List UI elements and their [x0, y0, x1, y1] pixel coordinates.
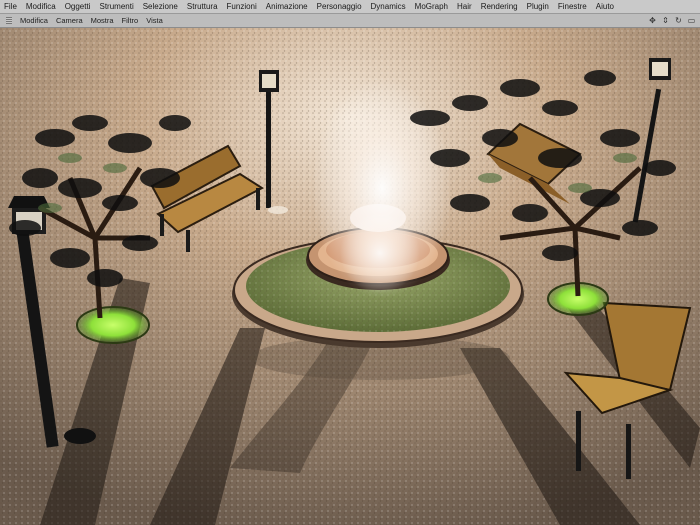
zoom-icon[interactable]: ↻	[674, 14, 683, 27]
rendered-scene	[0, 28, 700, 525]
menu-mograph[interactable]: MoGraph	[411, 0, 453, 13]
scroll-icon[interactable]: ⇕	[661, 14, 670, 27]
view-menu-modifica[interactable]: Modifica	[16, 14, 52, 27]
menu-strumenti[interactable]: Strumenti	[95, 0, 138, 13]
viewport-controls: ✥ ⇕ ↻ ▭	[648, 14, 696, 27]
view-menu-vista[interactable]: Vista	[142, 14, 167, 27]
viewport-toolbar: Modifica Camera Mostra Filtro Vista ✥ ⇕ …	[0, 14, 700, 28]
menu-struttura[interactable]: Struttura	[183, 0, 223, 13]
menu-funzioni[interactable]: Funzioni	[223, 0, 262, 13]
view-menu-filtro[interactable]: Filtro	[118, 14, 143, 27]
menu-hair[interactable]: Hair	[453, 0, 477, 13]
menu-modifica[interactable]: Modifica	[22, 0, 61, 13]
menu-selezione[interactable]: Selezione	[139, 0, 183, 13]
view-menu-mostra[interactable]: Mostra	[87, 14, 118, 27]
menu-bar: File Modifica Oggetti Strumenti Selezion…	[0, 0, 700, 14]
menu-dynamics[interactable]: Dynamics	[367, 0, 411, 13]
menu-personaggio[interactable]: Personaggio	[313, 0, 367, 13]
maximize-icon[interactable]: ▭	[687, 14, 696, 27]
menu-animazione[interactable]: Animazione	[262, 0, 313, 13]
tree-base-left	[76, 306, 150, 344]
move-icon[interactable]: ✥	[648, 14, 657, 27]
3d-viewport[interactable]	[0, 28, 700, 525]
view-menu-camera[interactable]: Camera	[52, 14, 87, 27]
menu-plugin[interactable]: Plugin	[523, 0, 554, 13]
toolbar-grip-icon[interactable]	[6, 17, 12, 24]
menu-oggetti[interactable]: Oggetti	[61, 0, 96, 13]
menu-file[interactable]: File	[0, 0, 22, 13]
menu-finestre[interactable]: Finestre	[554, 0, 592, 13]
menu-rendering[interactable]: Rendering	[477, 0, 523, 13]
menu-aiuto[interactable]: Aiuto	[592, 0, 619, 13]
